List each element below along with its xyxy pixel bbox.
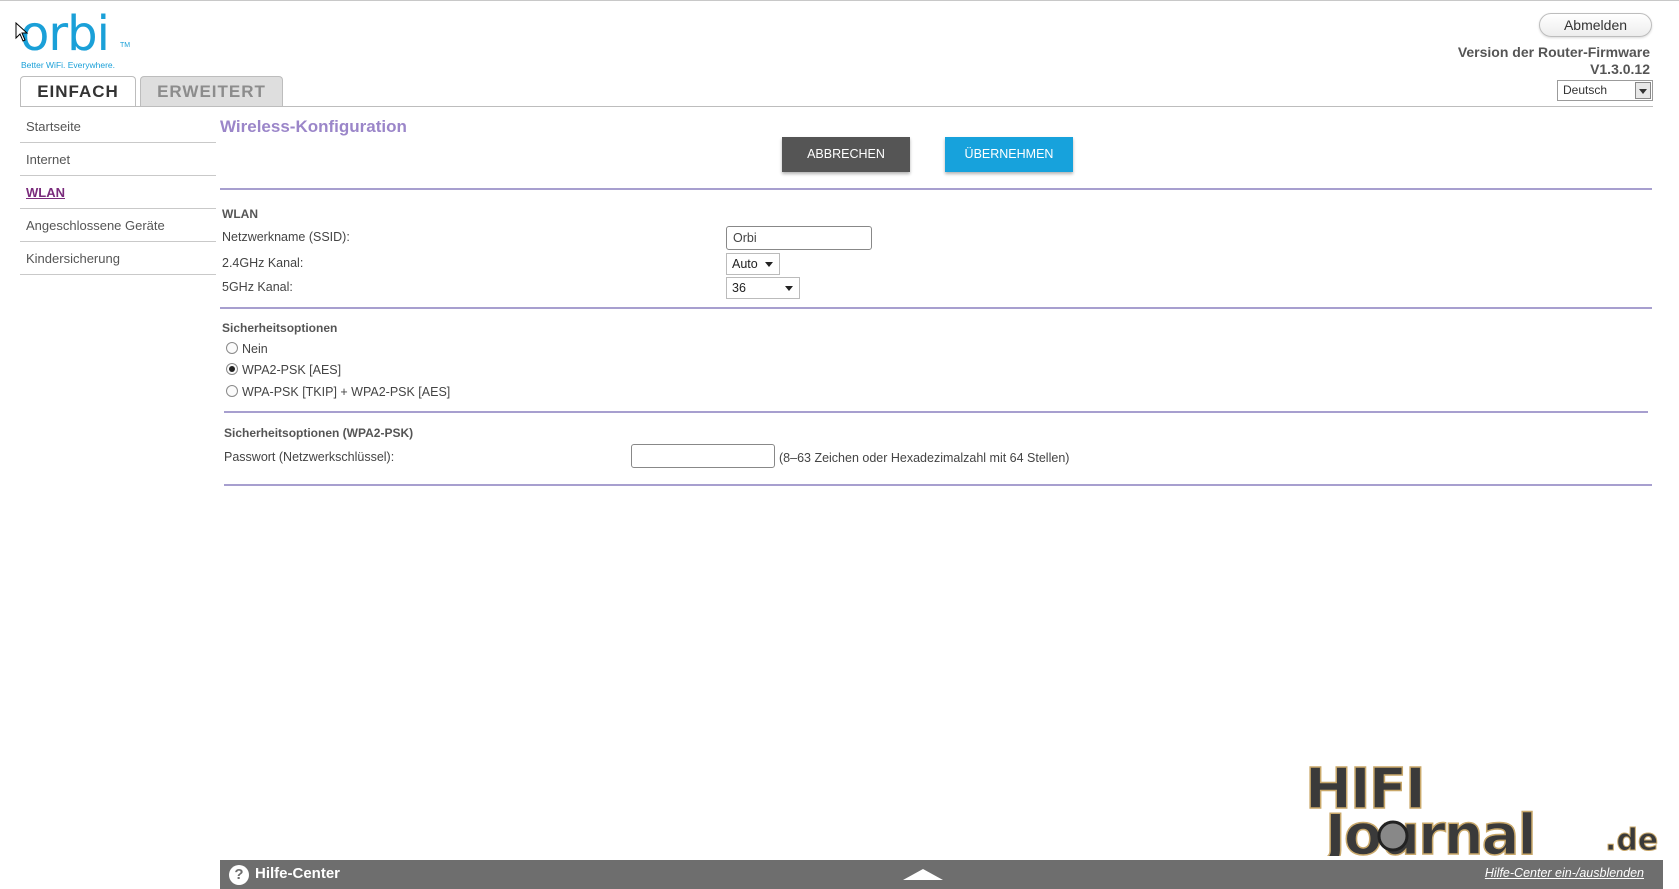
top-border [0, 0, 1679, 1]
firmware-label: Version der Router-Firmware [1457, 44, 1650, 60]
ssid-input[interactable] [726, 226, 872, 250]
help-center-bar[interactable]: ? Hilfe-Center Hilfe-Center ein-/ausblen… [220, 860, 1663, 889]
sidebar-item-internet[interactable]: Internet [20, 143, 216, 176]
channel-24-label: 2.4GHz Kanal: [222, 256, 304, 270]
tab-divider [20, 106, 1653, 107]
hifi-journal-watermark: HIFI Journal .de [1305, 756, 1659, 856]
cancel-button[interactable]: ABBRECHEN [782, 137, 910, 172]
radio-label-wpa-mixed: WPA-PSK [TKIP] + WPA2-PSK [AES] [242, 385, 451, 399]
radio-label-none: Nein [242, 342, 268, 356]
sidebar-item-startseite[interactable]: Startseite [20, 110, 216, 143]
channel-5-select[interactable]: 36 [726, 277, 800, 299]
mouse-cursor-icon [15, 22, 29, 42]
radio-security-wpa-mixed[interactable] [226, 385, 238, 397]
radio-label-wpa2: WPA2-PSK [AES] [242, 363, 342, 377]
tab-einfach[interactable]: EINFACH [20, 76, 136, 107]
svg-text:Journal: Journal [1321, 803, 1535, 856]
question-icon: ? [229, 865, 249, 885]
ssid-label: Netzwerkname (SSID): [222, 230, 350, 244]
wpa2-section-title: Sicherheitsoptionen (WPA2-PSK) [224, 426, 414, 440]
logo-trademark: TM [120, 42, 131, 49]
help-center-toggle-link[interactable]: Hilfe-Center ein-/ausblenden [1485, 866, 1644, 880]
password-hint: (8–63 Zeichen oder Hexadezimalzahl mit 6… [779, 451, 1070, 465]
divider [224, 411, 1648, 413]
expand-arrow-icon[interactable] [903, 869, 943, 880]
password-label: Passwort (Netzwerkschlüssel): [224, 450, 395, 464]
radio-security-none[interactable] [226, 342, 238, 354]
wlan-section-title: WLAN [222, 207, 258, 221]
channel-24-value: Auto [732, 257, 758, 271]
apply-button[interactable]: ÜBERNEHMEN [945, 137, 1073, 172]
channel-24-select[interactable]: Auto [726, 253, 780, 275]
help-center-title: Hilfe-Center [255, 865, 341, 882]
language-value: Deutsch [1563, 83, 1608, 97]
divider [220, 188, 1652, 190]
divider [224, 484, 1652, 486]
logo-tagline: Better WiFi. Everywhere. [21, 60, 115, 70]
password-input[interactable] [631, 444, 775, 468]
page-title: Wireless-Konfiguration [220, 117, 407, 136]
sidebar-item-angeschlossene-geraete[interactable]: Angeschlossene Geräte [20, 209, 216, 242]
logo-wordmark: orbi [20, 6, 110, 62]
divider [220, 307, 1652, 309]
tab-erweitert[interactable]: ERWEITERT [140, 76, 283, 107]
channel-5-label: 5GHz Kanal: [222, 280, 293, 294]
channel-5-value: 36 [732, 281, 746, 295]
sidebar-item-label: WLAN [26, 185, 65, 200]
sidebar-item-wlan[interactable]: WLAN [20, 176, 216, 209]
firmware-version: V1.3.0.12 [1590, 61, 1650, 77]
language-select[interactable]: Deutsch [1557, 80, 1653, 101]
svg-text:.de: .de [1605, 823, 1658, 856]
sidebar-item-kindersicherung[interactable]: Kindersicherung [20, 242, 216, 275]
orbi-logo: orbi TM Better WiFi. Everywhere. [16, 6, 136, 72]
chevron-down-icon[interactable] [1635, 82, 1651, 99]
security-section-title: Sicherheitsoptionen [222, 321, 338, 335]
logout-button[interactable]: Abmelden [1539, 13, 1652, 37]
radio-security-wpa2[interactable] [226, 363, 238, 375]
